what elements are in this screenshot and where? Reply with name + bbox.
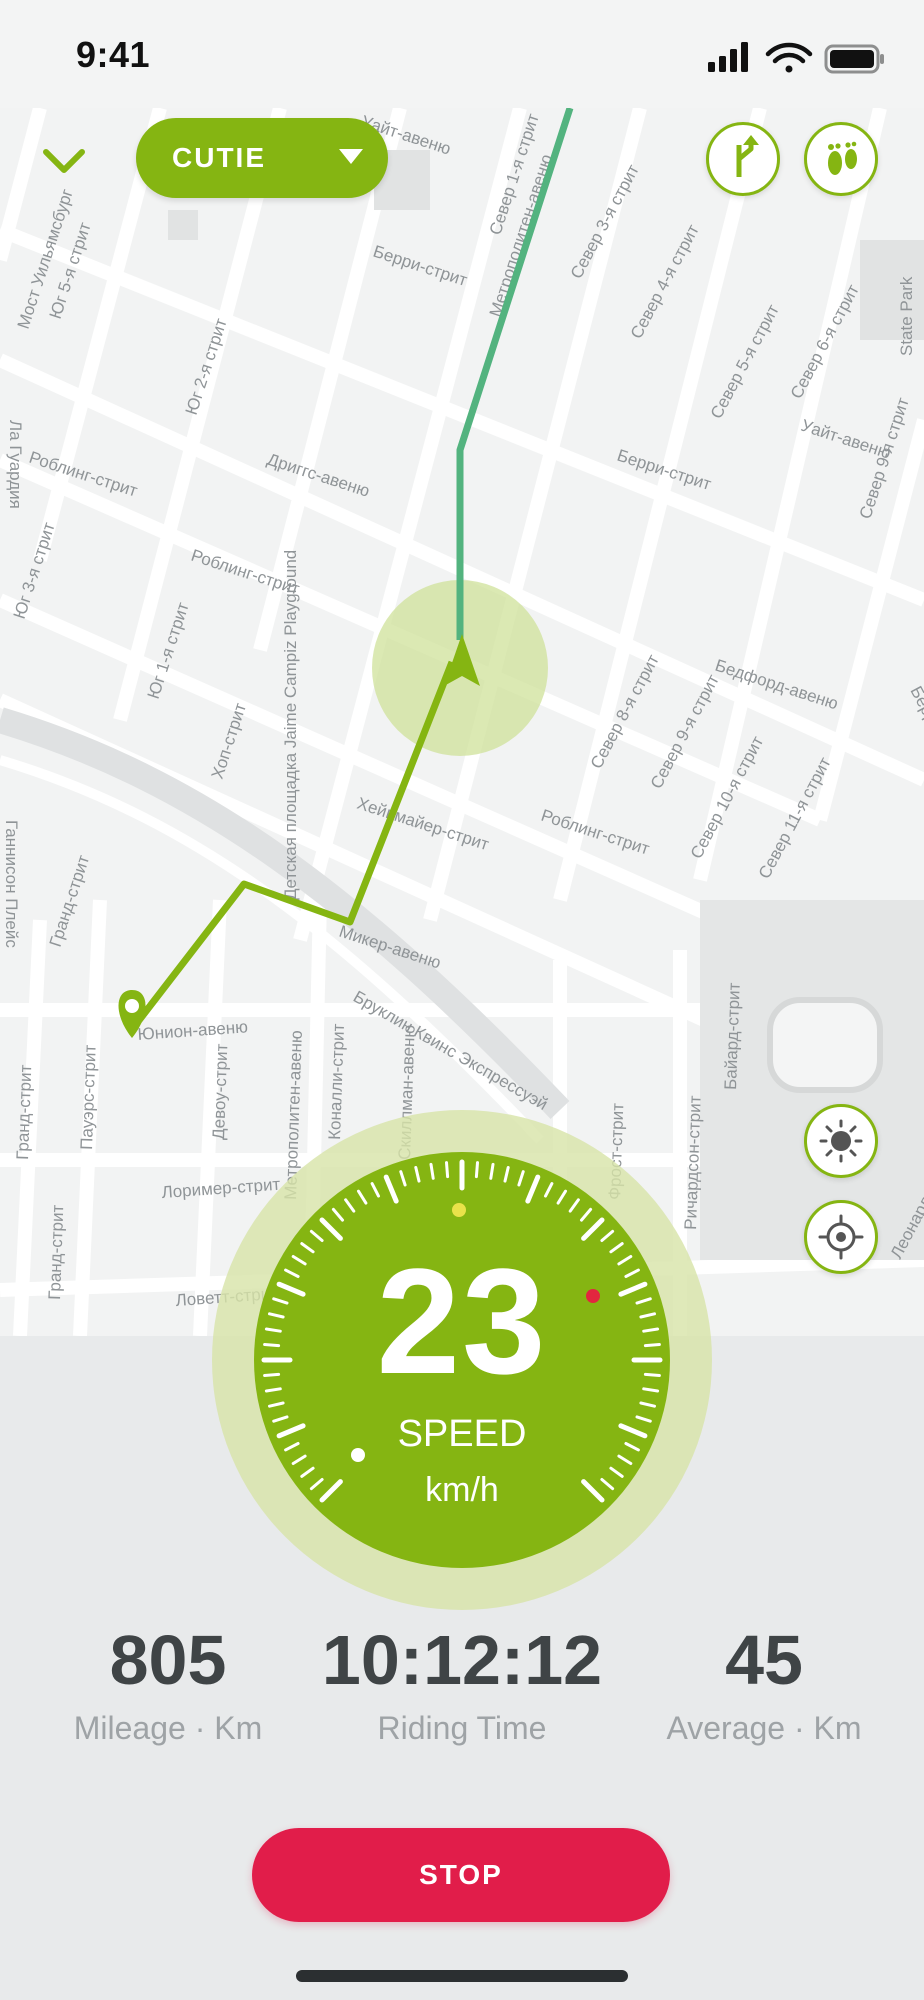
street-label: Север 6-я стрит bbox=[787, 281, 863, 402]
brightness-button[interactable] bbox=[804, 1104, 878, 1178]
street-label: State Park bbox=[897, 276, 916, 356]
street-label: Юг 3-я стрит bbox=[10, 520, 59, 621]
wifi-icon bbox=[765, 42, 813, 73]
street-label: Север 5-я стрит bbox=[707, 301, 783, 422]
crosshair-icon bbox=[818, 1214, 864, 1260]
chevron-down-icon bbox=[43, 149, 85, 173]
route-mode-button[interactable] bbox=[706, 122, 780, 196]
locate-button[interactable] bbox=[804, 1200, 878, 1274]
yellow-marker bbox=[452, 1203, 466, 1217]
riding-time-label: Riding Time bbox=[377, 1710, 547, 1746]
sun-icon bbox=[819, 1119, 863, 1163]
turn-arrow-icon bbox=[736, 135, 759, 177]
street-label: Ла Гуардия bbox=[6, 420, 25, 509]
street-label: Берри-стрит bbox=[906, 683, 924, 778]
speedometer-tick bbox=[474, 1161, 479, 1179]
speed-unit: km/h bbox=[425, 1471, 499, 1509]
riding-time-value: 10:12:12 bbox=[321, 1621, 603, 1699]
stop-button[interactable]: STOP bbox=[252, 1828, 670, 1922]
profile-select[interactable]: CUTIE bbox=[136, 118, 388, 198]
collapse-button[interactable] bbox=[38, 140, 90, 184]
street-label: Бедфорд-авеню bbox=[713, 656, 841, 714]
street-label: Байард-стрит bbox=[721, 982, 744, 1090]
speedometer-tick bbox=[445, 1161, 450, 1179]
average-value: 45 bbox=[725, 1621, 803, 1699]
status-bar: 9:41 bbox=[0, 0, 924, 108]
street-label: Гранд-стрит bbox=[45, 1204, 67, 1300]
caret-down-icon bbox=[339, 149, 363, 164]
street-label: Север 4-я стрит bbox=[627, 221, 703, 342]
footprint-icon bbox=[828, 141, 857, 175]
street-label: Гранд-стрит bbox=[13, 1064, 35, 1160]
average-label: Average · Km bbox=[666, 1710, 862, 1746]
speedometer: 23 SPEED km/h bbox=[212, 1110, 712, 1610]
mileage-value: 805 bbox=[109, 1621, 227, 1699]
home-indicator bbox=[296, 1970, 628, 1982]
signal-icon bbox=[708, 42, 748, 72]
profile-select-label: CUTIE bbox=[172, 142, 266, 173]
street-label: Хоп-стрит bbox=[208, 701, 250, 782]
mileage-stat: 805 Mileage · Km bbox=[18, 1620, 318, 1750]
average-stat: 45 Average · Km bbox=[614, 1620, 914, 1750]
street-label: Гранд-стрит bbox=[46, 853, 94, 950]
status-time: 9:41 bbox=[76, 34, 151, 75]
ride-screen: Уайт-авеню Север 1-я стрит Метрополитен-… bbox=[0, 0, 924, 2000]
status-icons bbox=[708, 42, 884, 74]
street-label: Ганнисон Плейс bbox=[2, 820, 21, 948]
footprint-button[interactable] bbox=[804, 122, 878, 196]
riding-time-stat: 10:12:12 Riding Time bbox=[312, 1620, 612, 1750]
battery-icon bbox=[824, 44, 884, 74]
street-label: Берри-стрит bbox=[371, 242, 470, 290]
speed-value: 23 bbox=[376, 1237, 548, 1405]
street-label: Юнион-авеню bbox=[137, 1017, 249, 1044]
street-label: Пауэрс-стрит bbox=[77, 1044, 100, 1150]
speed-label: SPEED bbox=[397, 1413, 527, 1455]
mileage-label: Mileage · Km bbox=[73, 1710, 263, 1746]
street-label: Детская площадка Jaime Campiz Playground bbox=[281, 550, 300, 900]
